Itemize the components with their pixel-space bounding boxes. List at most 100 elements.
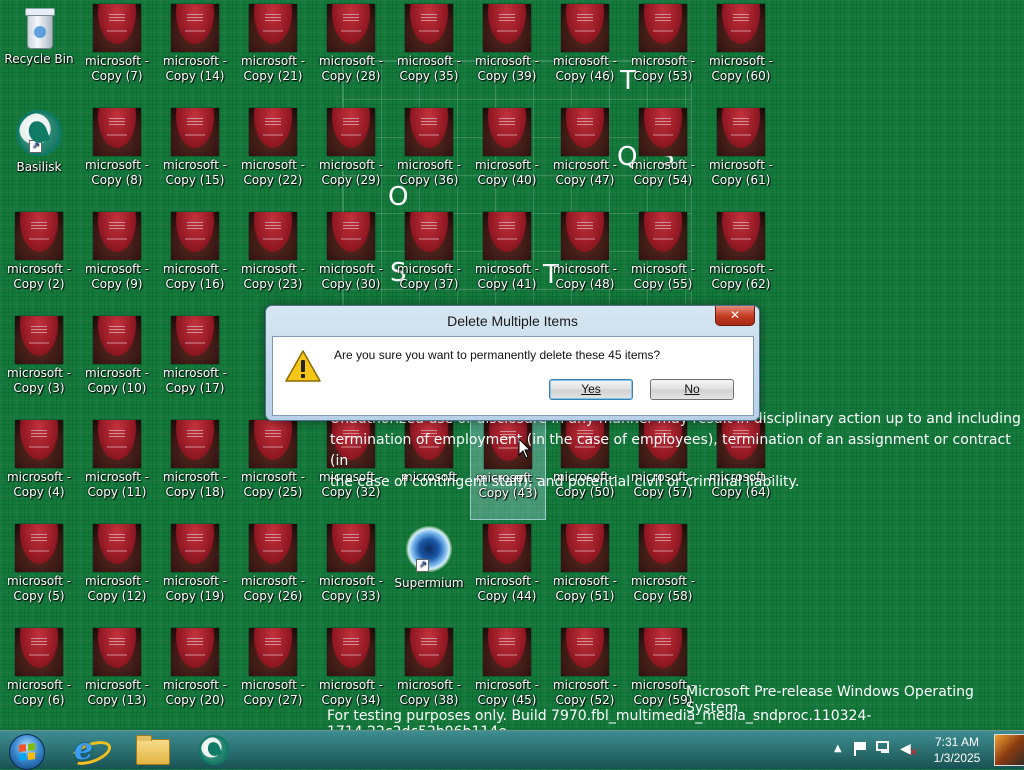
desktop-icon-label: microsoft - Copy (40)	[470, 158, 544, 188]
desktop-icon[interactable]: microsoft - Copy (25)	[236, 420, 310, 518]
desktop-icon[interactable]: ↗ Supermium	[392, 524, 466, 622]
show-hidden-icons-button[interactable]: ▲	[834, 743, 842, 754]
desktop-icon[interactable]: microsoft - Copy (10)	[80, 316, 154, 414]
desktop-icon[interactable]: microsoft - Copy (21)	[236, 4, 310, 102]
desktop-icon[interactable]: microsoft - Copy (15)	[158, 108, 232, 206]
label-line: microsoft -	[630, 574, 696, 588]
label-line: microsoft -	[6, 262, 72, 276]
yes-button[interactable]: Yes	[549, 379, 633, 400]
desktop-icon[interactable]: microsoft - Copy (40)	[470, 108, 544, 206]
desktop-icon[interactable]: microsoft - Copy (46)	[548, 4, 622, 102]
label-line: microsoft -	[240, 678, 306, 692]
desktop-icon-label: microsoft - Copy (53)	[626, 54, 700, 84]
desktop-icon[interactable]: microsoft - Copy (53)	[626, 4, 700, 102]
desktop-icon[interactable]: microsoft - Copy (41)	[470, 212, 544, 310]
label-line: microsoft -	[552, 54, 618, 68]
desktop-icon[interactable]: microsoft - Copy (48)	[548, 212, 622, 310]
taskbar-basilisk[interactable]	[186, 733, 242, 767]
desktop-icon[interactable]: microsoft - Copy (47)	[548, 108, 622, 206]
desktop-icon[interactable]: microsoft - Copy (39)	[470, 4, 544, 102]
desktop-icon[interactable]: microsoft - Copy (18)	[158, 420, 232, 518]
label-line: microsoft -	[396, 262, 462, 276]
desktop-icon[interactable]: microsoft - Copy (20)	[158, 628, 232, 726]
image-thumbnail-icon	[171, 524, 219, 572]
dialog-message: Are you sure you want to permanently del…	[334, 348, 661, 362]
label-line: microsoft -	[84, 470, 150, 484]
desktop-icon[interactable]: Recycle Bin	[2, 4, 76, 102]
desktop-icon-label: microsoft - Copy (15)	[158, 158, 232, 188]
desktop-icon[interactable]: microsoft - Copy (8)	[80, 108, 154, 206]
label-line: microsoft -	[240, 574, 306, 588]
desktop-icon[interactable]: microsoft - Copy (61)	[704, 108, 778, 206]
taskbar-internet-explorer[interactable]: e	[62, 733, 118, 770]
desktop-icon[interactable]: microsoft - Copy (13)	[80, 628, 154, 726]
desktop-icon[interactable]: microsoft - Copy (16)	[158, 212, 232, 310]
image-thumbnail-icon	[171, 108, 219, 156]
label-line: Copy (58)	[633, 589, 693, 603]
label-line: microsoft -	[630, 262, 696, 276]
label-line: microsoft -	[630, 158, 696, 172]
label-line: Copy (14)	[165, 69, 225, 83]
label-line: microsoft -	[162, 574, 228, 588]
desktop-icon-label: microsoft - Copy (41)	[470, 262, 544, 292]
desktop-icon[interactable]: microsoft - Copy (12)	[80, 524, 154, 622]
basilisk-icon	[199, 735, 229, 765]
desktop-icon[interactable]: microsoft - Copy (4)	[2, 420, 76, 518]
desktop-icon[interactable]: microsoft - Copy (6)	[2, 628, 76, 726]
desktop-icon[interactable]: ↗ Basilisk	[2, 108, 76, 206]
label-line: microsoft -	[162, 678, 228, 692]
desktop-icon[interactable]: microsoft - Copy (5)	[2, 524, 76, 622]
network-icon[interactable]	[876, 741, 894, 757]
desktop-icon[interactable]: microsoft - Copy (54)	[626, 108, 700, 206]
label-line: Copy (38)	[399, 693, 459, 707]
desktop-icon-label: microsoft - Copy (45)	[470, 678, 544, 708]
windows-logo-icon	[9, 734, 45, 770]
image-thumbnail-icon	[93, 108, 141, 156]
desktop-icon[interactable]: microsoft - Copy (9)	[80, 212, 154, 310]
volume-muted-icon[interactable]: ◀ ✕	[900, 741, 918, 759]
label-line: Copy (54)	[633, 173, 693, 187]
desktop-icon[interactable]: microsoft - Copy (2)	[2, 212, 76, 310]
desktop-icon[interactable]: microsoft - Copy (26)	[236, 524, 310, 622]
desktop-icon[interactable]: microsoft - Copy (28)	[314, 4, 388, 102]
no-button[interactable]: No	[650, 379, 734, 400]
desktop-icon[interactable]: microsoft - Copy (3)	[2, 316, 76, 414]
desktop-icon[interactable]: microsoft - Copy (11)	[80, 420, 154, 518]
desktop-icon[interactable]: microsoft - Copy (51)	[548, 524, 622, 622]
watermark-line: termination of employment (in the case o…	[330, 432, 1011, 469]
image-thumbnail-icon	[639, 212, 687, 260]
image-thumbnail-icon	[639, 108, 687, 156]
desktop-icon[interactable]: microsoft - Copy (30)	[314, 212, 388, 310]
desktop-icon[interactable]: microsoft - Copy (36)	[392, 108, 466, 206]
label-line: microsoft -	[318, 262, 384, 276]
action-center-flag-icon[interactable]	[852, 741, 868, 757]
taskbar-file-explorer[interactable]	[124, 733, 180, 767]
desktop-icon[interactable]: microsoft - Copy (23)	[236, 212, 310, 310]
desktop-icon[interactable]: microsoft - Copy (58)	[626, 524, 700, 622]
desktop-icon[interactable]: microsoft - Copy (44)	[470, 524, 544, 622]
desktop-icon[interactable]: microsoft - Copy (27)	[236, 628, 310, 726]
desktop-icon[interactable]: microsoft - Copy (55)	[626, 212, 700, 310]
desktop-icon[interactable]: microsoft - Copy (14)	[158, 4, 232, 102]
desktop-icon[interactable]: microsoft - Copy (22)	[236, 108, 310, 206]
label-line: microsoft -	[240, 158, 306, 172]
desktop-icon[interactable]: microsoft - Copy (62)	[704, 212, 778, 310]
desktop-icon[interactable]: microsoft - Copy (33)	[314, 524, 388, 622]
label-line: microsoft -	[708, 54, 774, 68]
desktop-icon[interactable]: microsoft - Copy (7)	[80, 4, 154, 102]
image-thumbnail-icon	[639, 4, 687, 52]
desktop-icon[interactable]: microsoft - Copy (29)	[314, 108, 388, 206]
label-line: microsoft -	[84, 678, 150, 692]
desktop-icon[interactable]: microsoft - Copy (37)	[392, 212, 466, 310]
tray-app-thumbnail-icon[interactable]	[994, 734, 1024, 766]
dialog-close-button[interactable]: ✕	[715, 306, 755, 326]
start-button[interactable]	[6, 732, 46, 770]
desktop-icon[interactable]: microsoft - Copy (17)	[158, 316, 232, 414]
label-line: Copy (10)	[87, 381, 147, 395]
desktop-icon[interactable]: microsoft - Copy (60)	[704, 4, 778, 102]
desktop-icon[interactable]: microsoft - Copy (35)	[392, 4, 466, 102]
image-thumbnail-icon	[15, 316, 63, 364]
desktop-icon[interactable]: microsoft - Copy (19)	[158, 524, 232, 622]
label-line: microsoft -	[396, 158, 462, 172]
clock[interactable]: 7:31 AM 1/3/2025	[926, 734, 988, 766]
